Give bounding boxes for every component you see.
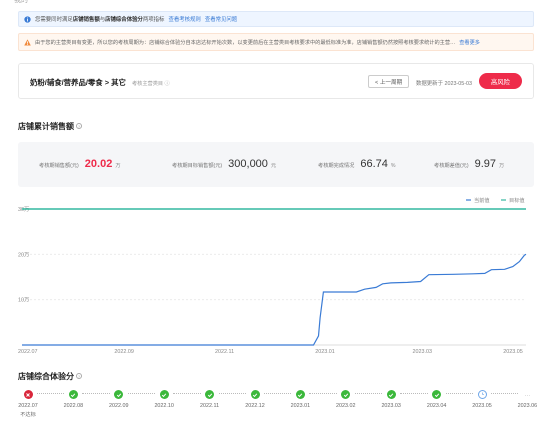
score-month-item[interactable]: 2022.11 [195, 388, 225, 409]
warning-text: 由于您的主营类目有变更，所以您的考核周期为：店铺综合体验分自本店达标开始次数，以… [35, 39, 456, 46]
score-month-item[interactable]: 2023.02 [331, 388, 361, 409]
legend-label: 目标值 [509, 196, 525, 204]
score-month-label: 2023.04 [426, 403, 447, 409]
previous-period-button[interactable]: < 上一周期 [368, 75, 410, 88]
info-icon [24, 15, 31, 23]
score-section-title: 店铺综合体验分? [18, 372, 82, 381]
score-month-item[interactable]: 2023.03 [376, 388, 406, 409]
category-change-warning-banner: 由于您的主营类目有变更，所以您的考核周期为：店铺综合体验分自本店达标开始次数，以… [18, 33, 534, 51]
cumulative-sales-chart: 30万20万10万2022.07 2022.09 2022.11 2023.01 202… [18, 196, 527, 355]
category-header-card: 奶粉/辅食/营养品/零食 > 其它 考核主营类目 ⓘ < 上一周期 数据更新于 … [18, 63, 534, 99]
score-month-label: 2023.06 [517, 403, 538, 409]
info-text-3: 两项指标 [142, 17, 165, 23]
check-icon [68, 390, 78, 399]
score-month-item[interactable]: 2022.09 [104, 388, 134, 409]
info-text-1: 您需要同时满足 [35, 17, 73, 23]
score-month-label: 2022.11 [200, 403, 220, 409]
help-icon: ? [76, 123, 82, 129]
score-month-item[interactable]: 2022.10 [149, 388, 179, 409]
legend-label: 当前值 [474, 196, 490, 204]
top-cut-text: 我的 [14, 0, 28, 4]
score-month-item[interactable]: 2022.12 [240, 388, 270, 409]
warning-icon [24, 38, 31, 46]
view-assessment-rules-link[interactable]: 查看考核规则 [168, 15, 200, 23]
check-icon [432, 390, 442, 399]
check-icon [295, 390, 305, 399]
score-month-item[interactable]: 2023.04 [422, 388, 452, 409]
x-tick-label: 2023.03 [412, 349, 432, 355]
x-tick-label: 2023.05 [503, 349, 523, 355]
assessment-info-banner: 您需要同时满足 店铺销售额 与 店铺综合体验分 两项指标 查看考核规则 查看常见… [18, 11, 534, 27]
check-icon [341, 390, 351, 399]
score-month-item[interactable]: 2022.08 [58, 388, 88, 409]
info-bold-sales: 店铺销售额 [72, 17, 100, 23]
high-risk-badge[interactable]: 高风险 [479, 73, 522, 89]
score-month-item[interactable]: 2023.05 [467, 388, 497, 409]
category-title: 奶粉/辅食/营养品/零食 > 其它 考核主营类目 ⓘ [30, 77, 170, 88]
check-icon [159, 390, 169, 399]
info-bold-score: 店铺综合体验分 [105, 17, 143, 23]
score-month-label: 2022.12 [245, 403, 265, 409]
category-tip: 考核主营类目 ⓘ [131, 81, 170, 87]
score-month-label: 2023.01 [290, 403, 311, 409]
x-tick-label: 2023.01 [315, 349, 335, 355]
x-tick-label: 2022.07 [18, 349, 38, 355]
pending-dots-icon: … [524, 391, 531, 398]
score-month-label: 2023.05 [472, 403, 492, 409]
cross-icon [23, 390, 33, 399]
metric-target-sales: 考核期目标销售额(元) 300,000 元 [172, 158, 277, 170]
check-icon [114, 390, 124, 399]
score-month-item[interactable]: … 2023.06 [512, 388, 542, 410]
metric-completion: 考核期完成情况 66.74 % [318, 158, 396, 170]
metric-period-sales: 考核期销售额(元) 20.02 万 [39, 158, 121, 170]
question-icon: ⓘ [164, 81, 170, 87]
x-tick-label: 2022.11 [215, 349, 234, 355]
data-update-time: 数据更新于 2023-05-03 [416, 81, 473, 87]
view-faq-link[interactable]: 查看常见问题 [205, 15, 237, 23]
x-tick-label: 2022.09 [114, 349, 134, 355]
check-icon [250, 390, 260, 399]
score-month-item[interactable]: 2023.01 [285, 388, 315, 409]
score-month-label: 2022.07 [18, 403, 38, 409]
y-tick-label: 10万 [18, 297, 30, 304]
check-icon [386, 390, 396, 399]
y-tick-label: 20万 [18, 251, 30, 258]
score-month-label: 2022.10 [154, 403, 174, 409]
view-more-link[interactable]: 查看更多 [459, 39, 480, 46]
clock-icon [477, 390, 487, 399]
check-icon [205, 390, 215, 399]
score-month-label: 2023.02 [336, 403, 356, 409]
help-icon: ? [76, 373, 82, 379]
sales-metrics-panel: 考核期销售额(元) 20.02 万 考核期目标销售额(元) 300,000 元 … [18, 142, 534, 187]
score-month-label: 2022.09 [109, 403, 129, 409]
sales-section-title: 店铺累计销售额? [18, 122, 82, 131]
score-month-label: 2023.03 [381, 403, 401, 409]
category-path: 奶粉/辅食/营养品/零食 > 其它 [30, 78, 126, 87]
score-status-note: 不达标 [20, 412, 36, 418]
score-timeline: 2022.07 不达标 2022.08 2022.09 2022.10 2022.11 20… [0, 388, 550, 434]
metric-gap: 考核期差值(元) 9.97 万 [434, 158, 505, 170]
score-month-label: 2022.08 [63, 403, 84, 409]
